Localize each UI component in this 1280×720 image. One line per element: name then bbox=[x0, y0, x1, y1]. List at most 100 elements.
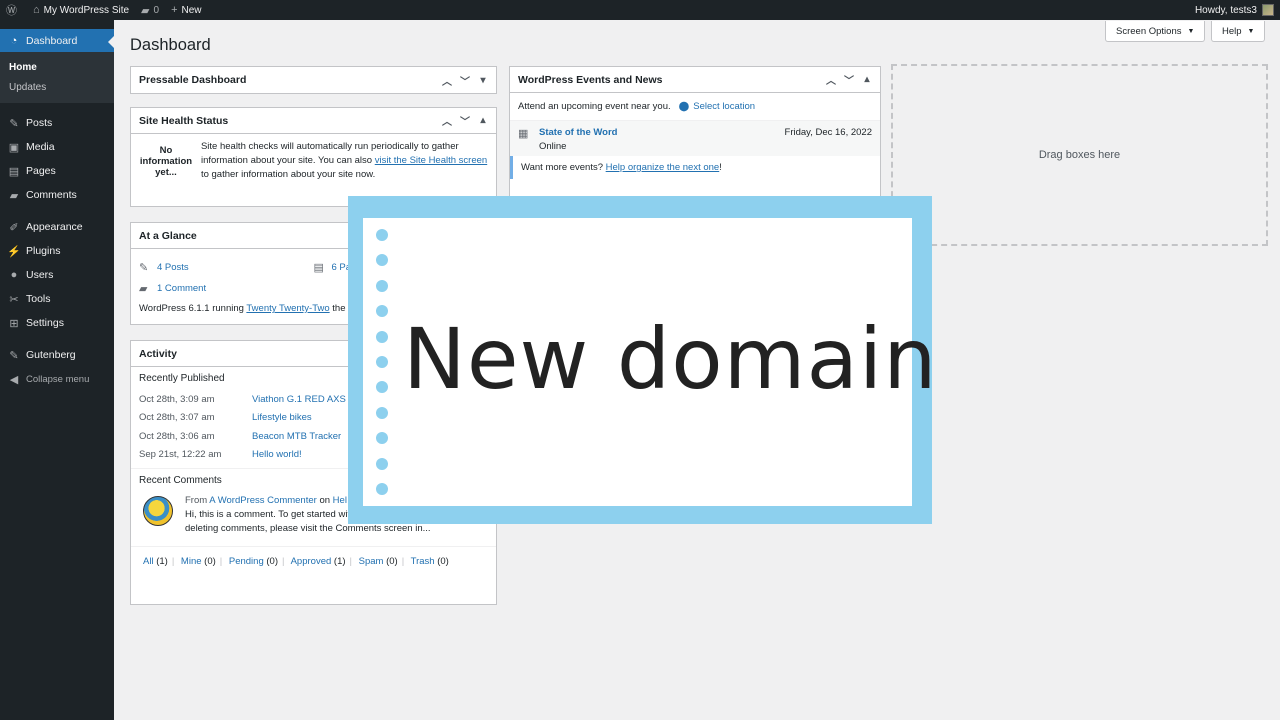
avatar bbox=[1262, 4, 1274, 16]
title-overlay: New domain bbox=[348, 196, 937, 524]
filter-approved[interactable]: Approved bbox=[291, 556, 332, 567]
sidebar-item-label: Collapse menu bbox=[26, 373, 90, 385]
site-name-link[interactable]: ⌂ My WordPress Site bbox=[27, 0, 135, 20]
caret-down-icon: ▼ bbox=[1247, 27, 1255, 35]
filter-trash[interactable]: Trash bbox=[411, 556, 435, 567]
sidebar-item-label: Gutenberg bbox=[26, 349, 76, 361]
sidebar-item-label: Appearance bbox=[26, 221, 83, 233]
sidebar-item-posts[interactable]: ✎ Posts bbox=[0, 111, 114, 135]
dashboard-submenu: Home Updates bbox=[0, 52, 114, 103]
sidebar-item-appearance[interactable]: ✐ Appearance bbox=[0, 215, 114, 239]
account-menu[interactable]: Howdy, tests3 bbox=[1195, 4, 1280, 16]
move-down-icon[interactable]: ﹀ bbox=[458, 113, 472, 128]
plugin-icon: ⚡ bbox=[7, 245, 21, 258]
toggle-panel-icon[interactable]: ▴ bbox=[476, 115, 490, 126]
events-news-widget: WordPress Events and News ︿ ﹀ ▴ Attend an … bbox=[509, 66, 881, 206]
organize-event-link[interactable]: Help organize the next one bbox=[606, 162, 720, 173]
sidebar-item-label: Settings bbox=[26, 317, 64, 329]
move-down-icon[interactable]: ﹀ bbox=[842, 72, 856, 87]
sidebar-item-tools[interactable]: ✂ Tools bbox=[0, 287, 114, 311]
health-description: Site health checks will automatically ru… bbox=[200, 141, 488, 180]
move-up-icon[interactable]: ︿ bbox=[824, 72, 838, 87]
move-up-icon[interactable]: ︿ bbox=[440, 113, 454, 128]
event-title-link[interactable]: State of the Word bbox=[539, 127, 617, 138]
move-up-icon[interactable]: ︿ bbox=[440, 73, 454, 88]
comment-post-link[interactable]: Hel bbox=[333, 495, 347, 506]
sidebar-item-users[interactable]: ● Users bbox=[0, 263, 114, 287]
help-button[interactable]: Help ▼ bbox=[1211, 21, 1266, 42]
comment-icon: ▰ bbox=[141, 4, 150, 17]
attend-text: Attend an upcoming event near you. bbox=[518, 101, 671, 112]
wordpress-logo-icon[interactable]: Ⓦ bbox=[0, 0, 27, 20]
pin-icon: ✎ bbox=[9, 117, 19, 130]
sidebar-item-plugins[interactable]: ⚡ Plugins bbox=[0, 239, 114, 263]
sidebar-item-label: Comments bbox=[26, 189, 77, 201]
comments-count-link[interactable]: ▰ 1 Comment bbox=[139, 282, 314, 295]
site-health-widget: Site Health Status ︿ ﹀ ▴ No information ye… bbox=[130, 107, 497, 207]
sidebar-item-settings[interactable]: ⊞ Settings bbox=[0, 311, 114, 335]
comment-filters: All (1) | Mine (0) | Pending (0) | Approved… bbox=[131, 546, 496, 567]
theme-link[interactable]: Twenty Twenty-Two bbox=[246, 303, 329, 314]
sidebar-item-label: Tools bbox=[26, 293, 51, 305]
dashboard-icon: ◔ bbox=[10, 34, 18, 47]
sidebar-item-label: Plugins bbox=[26, 245, 61, 257]
settings-icon: ⊞ bbox=[9, 317, 19, 330]
admin-sidebar: ◔ Dashboard Home Updates ✎ Posts ▣ Media ▤ P… bbox=[0, 20, 114, 720]
user-icon: ● bbox=[10, 269, 18, 281]
media-icon: ▣ bbox=[8, 141, 20, 154]
sidebar-item-label: Users bbox=[26, 269, 54, 281]
pages-icon: ▤ bbox=[8, 165, 20, 178]
comment-icon: ▰ bbox=[9, 189, 19, 202]
comment-icon: ▰ bbox=[139, 283, 148, 295]
overlay-title: New domain bbox=[403, 310, 938, 408]
event-date: Friday, Dec 16, 2022 bbox=[784, 127, 872, 138]
widget-title: Activity bbox=[139, 347, 177, 360]
event-location: Online bbox=[539, 141, 567, 152]
toggle-panel-icon[interactable]: ▴ bbox=[860, 74, 874, 85]
sidebar-item-media[interactable]: ▣ Media bbox=[0, 135, 114, 159]
help-label: Help bbox=[1222, 25, 1242, 37]
filter-mine[interactable]: Mine bbox=[181, 556, 202, 567]
sidebar-item-comments[interactable]: ▰ Comments bbox=[0, 183, 114, 207]
screen-options-button[interactable]: Screen Options ▼ bbox=[1105, 21, 1206, 42]
posts-count-link[interactable]: ✎ 4 Posts bbox=[139, 261, 314, 274]
drag-boxes-zone[interactable]: Drag boxes here bbox=[891, 64, 1268, 246]
select-location-link[interactable]: Select location bbox=[693, 101, 755, 112]
comments-link[interactable]: ▰ 0 bbox=[135, 0, 165, 20]
event-item: ▦ State of the Word Online Friday, Dec 1… bbox=[510, 120, 880, 156]
new-label: New bbox=[181, 4, 202, 16]
post-link[interactable]: Lifestyle bikes bbox=[252, 412, 312, 423]
move-down-icon[interactable]: ﹀ bbox=[458, 73, 472, 88]
greeting: Howdy, tests3 bbox=[1194, 4, 1257, 16]
collapse-menu-button[interactable]: ◀ Collapse menu bbox=[0, 367, 114, 391]
toggle-panel-icon[interactable]: ▾ bbox=[476, 75, 490, 86]
comment-author-link[interactable]: A WordPress Commenter bbox=[209, 495, 317, 506]
site-health-link[interactable]: visit the Site Health screen bbox=[375, 155, 487, 166]
post-link[interactable]: Beacon MTB Tracker bbox=[252, 431, 341, 442]
submenu-home[interactable]: Home bbox=[0, 57, 114, 77]
comments-count: 0 bbox=[153, 4, 160, 16]
filter-spam[interactable]: Spam bbox=[359, 556, 384, 567]
more-events: Want more events? Help organize the next… bbox=[510, 156, 880, 179]
widget-title: At a Glance bbox=[139, 229, 197, 242]
sidebar-item-label: Posts bbox=[26, 117, 53, 129]
sidebar-item-label: Media bbox=[26, 141, 55, 153]
sidebar-item-gutenberg[interactable]: ✎ Gutenberg bbox=[0, 343, 114, 367]
binder-dots bbox=[376, 229, 388, 508]
filter-all[interactable]: All bbox=[143, 556, 154, 567]
sidebar-item-label: Dashboard bbox=[26, 34, 78, 47]
pressable-dashboard-widget: Pressable Dashboard ︿ ﹀ ▾ bbox=[130, 66, 497, 94]
post-link[interactable]: Viathon G.1 RED AXS bbox=[252, 394, 346, 405]
new-content-link[interactable]: + New bbox=[165, 0, 207, 20]
sidebar-item-pages[interactable]: ▤ Pages bbox=[0, 159, 114, 183]
post-link[interactable]: Hello world! bbox=[252, 449, 302, 460]
location-pin-icon: ⬤ bbox=[678, 101, 690, 112]
filter-pending[interactable]: Pending bbox=[229, 556, 264, 567]
submenu-updates[interactable]: Updates bbox=[0, 77, 114, 97]
sidebar-item-dashboard[interactable]: ◔ Dashboard bbox=[0, 29, 114, 52]
notebook-card: New domain bbox=[363, 218, 937, 508]
admin-bar: Ⓦ ⌂ My WordPress Site ▰ 0 + New Howdy, test… bbox=[0, 0, 1280, 20]
current-arrow bbox=[108, 36, 114, 48]
wrench-icon: ✂ bbox=[9, 293, 19, 306]
screen-options-label: Screen Options bbox=[1116, 25, 1182, 37]
